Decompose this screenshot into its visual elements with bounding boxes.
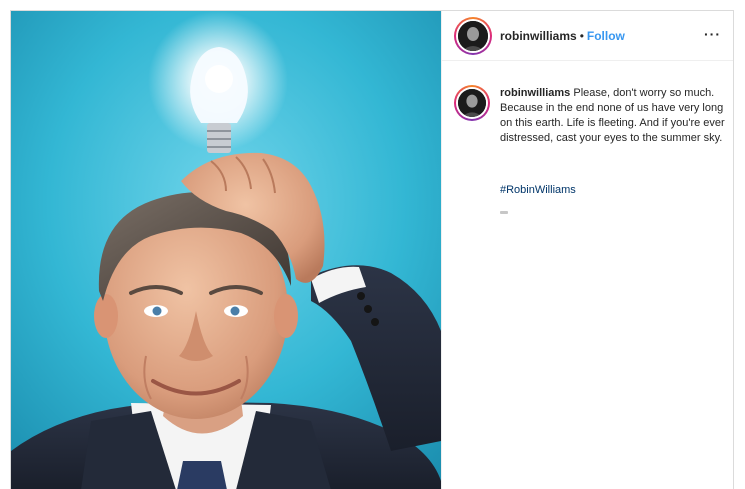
caption-text: robinwilliams Please, don't worry so muc… xyxy=(500,86,732,146)
instagram-post: robinwilliams • Follow ··· robinwilliams… xyxy=(10,10,734,489)
post-photo xyxy=(11,11,441,489)
header-text: robinwilliams • Follow xyxy=(500,28,625,44)
avatar-image xyxy=(458,21,488,51)
separator-dot: • xyxy=(579,29,584,43)
avatar[interactable] xyxy=(454,17,492,55)
follow-button[interactable]: Follow xyxy=(587,29,625,43)
post-header: robinwilliams • Follow ··· xyxy=(442,11,733,61)
more-options-icon[interactable]: ··· xyxy=(704,26,721,42)
caption-avatar[interactable] xyxy=(454,85,490,121)
caption-username-link[interactable]: robinwilliams xyxy=(500,87,570,99)
caption-comment: robinwilliams Please, don't worry so muc… xyxy=(442,69,733,219)
loading-indicator xyxy=(500,211,508,214)
username-link[interactable]: robinwilliams xyxy=(500,29,577,43)
hashtag-link[interactable]: #RobinWilliams xyxy=(500,184,576,196)
post-side-panel: robinwilliams • Follow ··· robinwilliams… xyxy=(441,11,733,489)
post-image[interactable] xyxy=(11,11,441,489)
caption-avatar-image xyxy=(458,89,486,117)
